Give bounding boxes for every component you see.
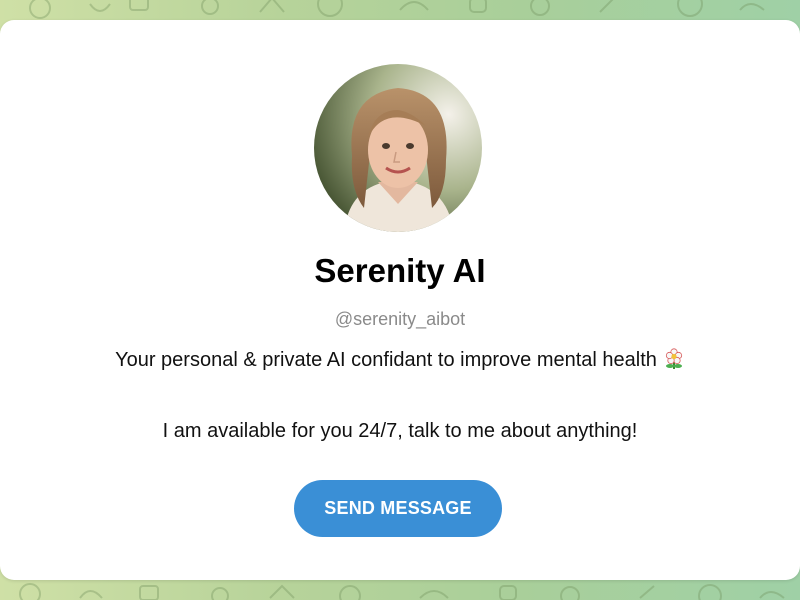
description-text: Your personal & private AI confidant to … [115,349,657,371]
bot-description-line-1: Your personal & private AI confidant to … [0,348,800,372]
bot-username: @serenity_aibot [334,309,466,329]
flower-icon [665,348,683,369]
bot-profile-card: Serenity AI @serenity_aibot Your persona… [0,20,800,580]
bot-description-line-2: I am available for you 24/7, talk to me … [162,420,638,442]
avatar [314,64,482,232]
bot-name: Serenity AI [314,252,486,289]
avatar-portrait-image [314,64,482,232]
send-message-button[interactable]: SEND MESSAGE [294,480,502,537]
